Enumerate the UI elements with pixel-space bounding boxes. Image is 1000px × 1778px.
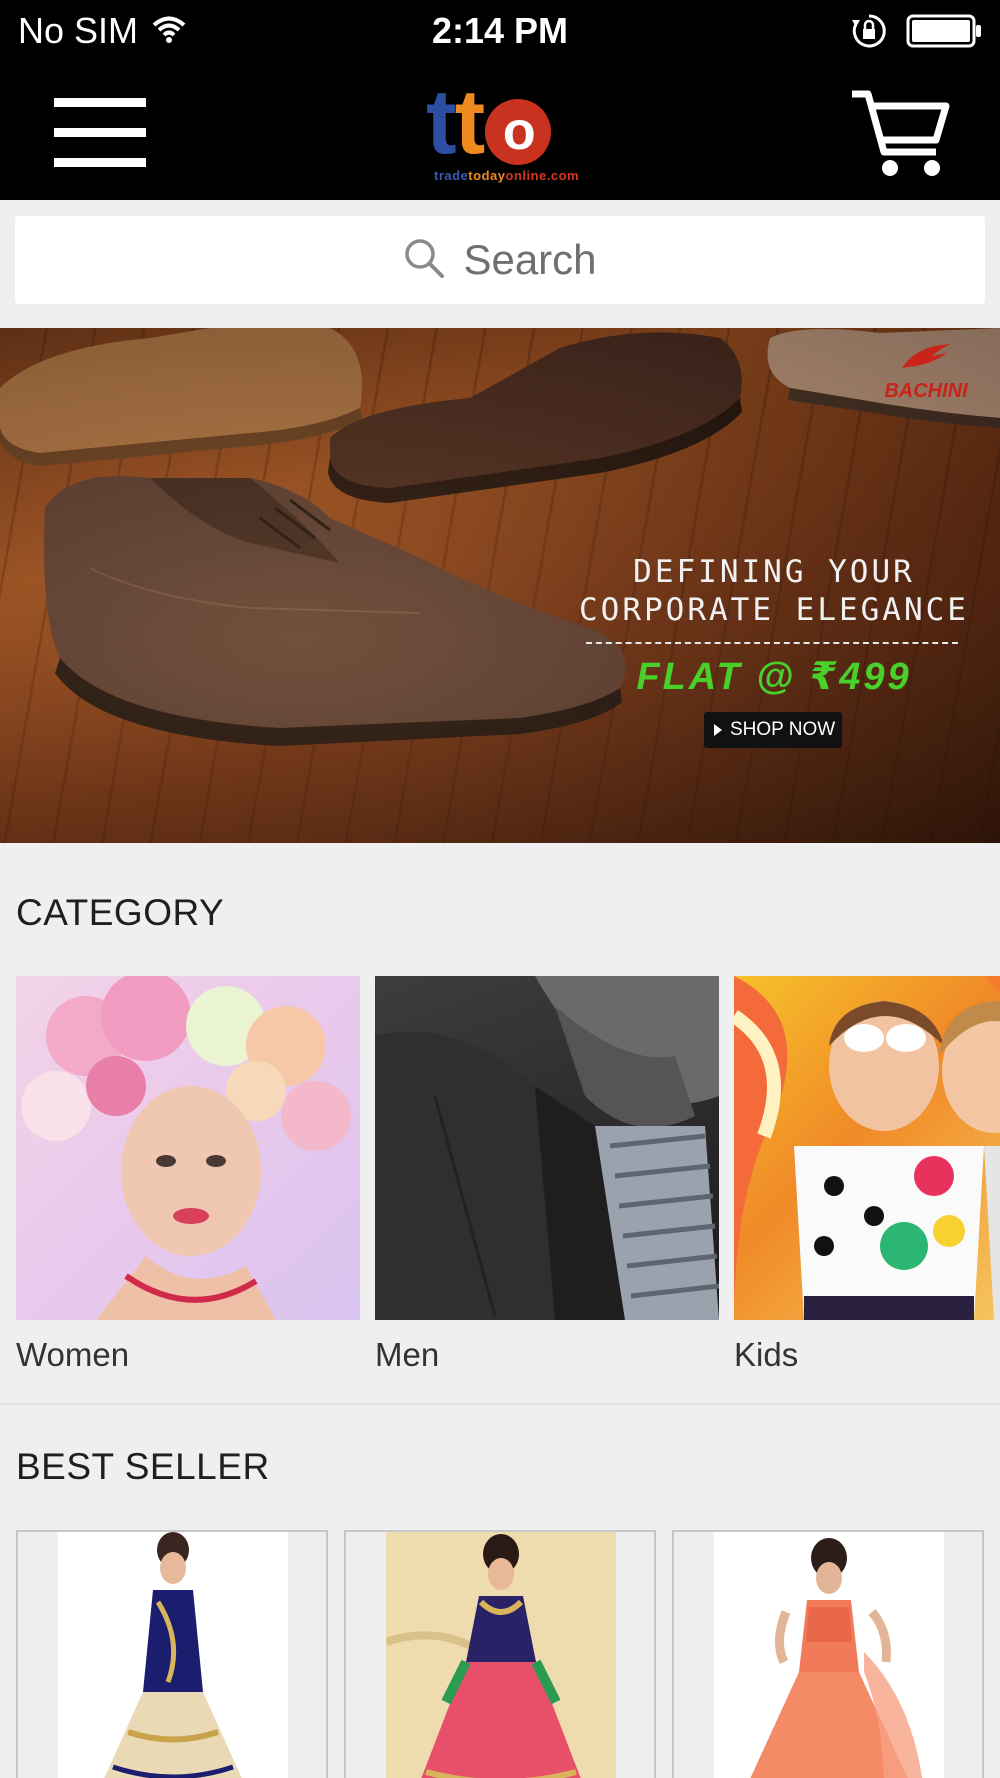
banner-offer: FLAT @ ₹499 xyxy=(636,656,912,698)
hamburger-line xyxy=(54,128,146,137)
category-image-men xyxy=(375,976,719,1320)
product-card[interactable] xyxy=(16,1530,328,1778)
banner-divider xyxy=(586,642,958,644)
hamburger-icon xyxy=(54,98,146,107)
status-bar: No SIM 2:14 PM xyxy=(0,0,1000,64)
wing-icon xyxy=(902,344,950,368)
product-card[interactable] xyxy=(672,1530,984,1778)
category-label-kids: Kids xyxy=(734,1336,799,1373)
search-icon xyxy=(403,237,445,284)
category-image-women xyxy=(16,976,360,1320)
product-image xyxy=(386,1532,616,1778)
brand-logo: BACHINI xyxy=(866,342,986,403)
banner-headline-2: CORPORATE ELEGANCE xyxy=(579,592,969,628)
category-title: CATEGORY xyxy=(16,892,225,933)
rotation-lock-icon xyxy=(850,12,888,55)
cart-icon xyxy=(852,90,950,176)
menu-button[interactable] xyxy=(52,98,148,168)
shop-now-button[interactable]: SHOP NOW xyxy=(704,712,842,748)
category-item-men[interactable]: Men xyxy=(375,976,719,1374)
banner-headline-1: DEFINING YOUR xyxy=(633,554,915,590)
status-right xyxy=(850,12,982,55)
category-list: Women Men Kids xyxy=(0,976,1000,1376)
search-input[interactable]: Search xyxy=(15,216,985,304)
product-image xyxy=(58,1532,288,1778)
product-card[interactable] xyxy=(344,1530,656,1778)
best-seller-list xyxy=(0,1530,1000,1778)
section-divider xyxy=(0,1403,1000,1405)
banner-text: DEFINING YOUR CORPORATE ELEGANCE FLAT @ … xyxy=(548,554,1000,699)
product-image xyxy=(714,1532,944,1778)
app-logo[interactable]: tt o tradetodayonline.com xyxy=(426,76,592,188)
hamburger-line xyxy=(54,158,146,167)
best-seller-title: BEST SELLER xyxy=(16,1446,270,1487)
brand-name: BACHINI xyxy=(884,380,968,402)
nav-bar: tt o tradetodayonline.com xyxy=(0,64,1000,200)
battery-icon xyxy=(906,14,982,53)
category-label-men: Men xyxy=(375,1336,440,1373)
category-item-women[interactable]: Women xyxy=(16,976,360,1374)
category-image-kids xyxy=(734,976,1000,1320)
category-label-women: Women xyxy=(16,1336,130,1373)
cart-button[interactable] xyxy=(848,86,952,182)
logo-subtitle: tradetodayonline.com xyxy=(434,168,580,183)
category-item-kids[interactable]: Kids xyxy=(734,976,1000,1374)
logo-mark: tt o xyxy=(426,76,552,168)
search-placeholder: Search xyxy=(463,236,597,283)
promo-banner[interactable]: BACHINI DEFINING YOUR CORPORATE ELEGANCE… xyxy=(0,328,1000,843)
